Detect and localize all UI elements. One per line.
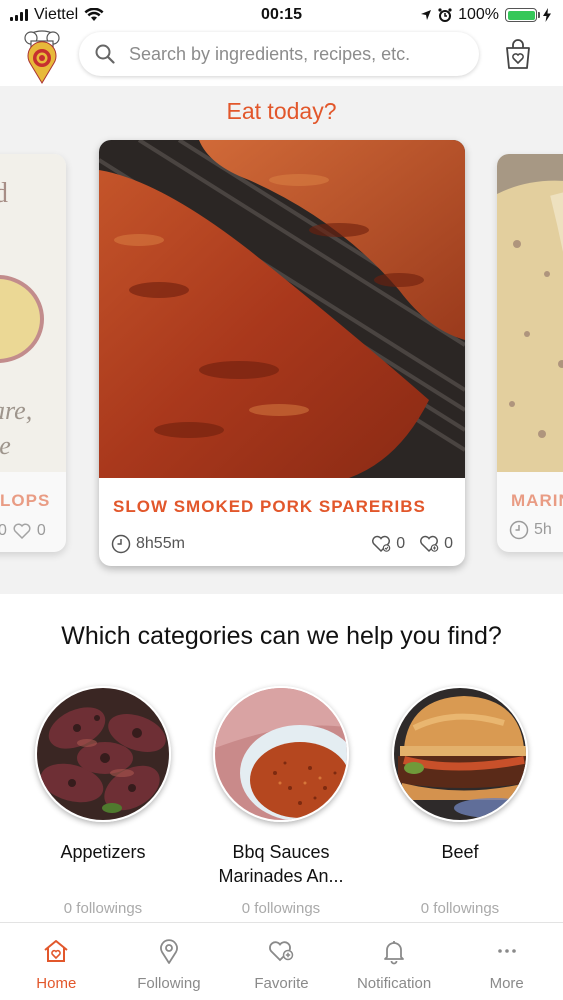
battery-fill <box>507 10 535 20</box>
clock: 00:15 <box>261 6 302 23</box>
category-image <box>213 686 349 822</box>
category-item-beef[interactable]: Beef 0 followings <box>389 686 531 917</box>
alarm-icon <box>438 8 452 22</box>
favorite-icon <box>13 523 31 539</box>
categories-heading: Which categories can we help you find? <box>61 622 502 650</box>
status-bar: Viettel 00:15 100% <box>0 0 563 30</box>
recipe-duration: 8h55m <box>111 534 185 554</box>
category-followings: 0 followings <box>420 900 500 917</box>
image-text-line2: le <box>0 431 11 460</box>
recipe-meta: 5h <box>509 520 563 540</box>
image-letter: d <box>0 178 8 209</box>
more-dots-icon <box>497 949 516 953</box>
charging-bolt-icon <box>543 8 551 22</box>
tab-home[interactable]: Home <box>0 923 113 1000</box>
category-image <box>392 686 528 822</box>
home-icon <box>44 940 68 962</box>
category-image <box>35 686 171 822</box>
recipe-duration: 5h <box>509 520 552 540</box>
recipe-stats: 0 0 <box>371 535 453 553</box>
location-arrow-icon <box>421 10 432 20</box>
location-pin-icon <box>160 939 178 964</box>
tab-favorite[interactable]: Favorite <box>225 923 338 1000</box>
category-label: Beef <box>441 842 479 862</box>
chef-logo-icon[interactable] <box>20 29 64 84</box>
category-label: Appetizers <box>60 842 146 862</box>
favorite-stat[interactable]: 0 <box>419 535 453 553</box>
recipe-title: LOPS <box>0 491 51 510</box>
search-icon <box>95 44 115 64</box>
favorite-count: 0 <box>444 535 453 552</box>
category-label: Bbq Sauces Marinades An... <box>218 842 344 886</box>
featured-title: Eat today? <box>226 98 337 124</box>
bell-icon <box>384 941 404 965</box>
clock-icon <box>111 534 131 554</box>
signal-icon <box>10 9 28 21</box>
category-followings: 0 followings <box>63 900 143 917</box>
recipe-card-featured[interactable]: SLOW SMOKED PORK SPARERIBS 8h55m 0 0 <box>99 140 465 566</box>
tab-more[interactable]: More <box>450 923 563 1000</box>
featured-section: Eat today? d are, le LOPS 0 0 <box>0 86 563 594</box>
carrier-label: Viettel <box>34 6 79 23</box>
clock-icon <box>509 520 529 540</box>
tab-label: Following <box>137 975 201 992</box>
recipe-title: MARIN <box>511 491 563 510</box>
favorite-count: 0 <box>36 522 46 539</box>
duration-label: 8h55m <box>136 535 185 552</box>
recipe-card-previous[interactable]: d are, le LOPS 0 0 <box>0 154 66 552</box>
like-count: 0 <box>396 535 406 552</box>
battery-icon <box>505 8 540 22</box>
recipe-image <box>497 154 563 472</box>
category-item-appetizers[interactable]: Appetizers 0 followings <box>32 686 174 917</box>
wifi-icon <box>84 8 104 21</box>
category-followings: 0 followings <box>241 900 321 917</box>
recipe-image <box>99 140 465 478</box>
status-right: 100% <box>420 6 551 24</box>
recipe-meta: 8h55m 0 0 <box>111 534 453 554</box>
recipe-meta: 0 0 <box>0 522 54 540</box>
bottom-tab-bar: Home Following Favorite Notification Mor… <box>0 922 563 1000</box>
heart-plus-icon <box>420 535 439 553</box>
recipe-image: d are, le <box>0 154 66 472</box>
heart-check-icon <box>372 535 391 553</box>
tab-label: More <box>489 975 524 992</box>
status-left: Viettel <box>10 6 104 24</box>
heart-plus-icon <box>269 941 294 962</box>
like-count: 0 <box>0 522 7 539</box>
duration-label: 5h <box>534 521 552 538</box>
tab-label: Notification <box>356 975 432 992</box>
like-stat[interactable]: 0 <box>371 535 405 553</box>
tab-label: Home <box>36 975 77 992</box>
tab-label: Favorite <box>254 975 309 992</box>
tab-following[interactable]: Following <box>113 923 226 1000</box>
image-text-line1: are, <box>0 396 32 425</box>
search-placeholder: Search by ingredients, recipes, etc. <box>129 43 411 64</box>
search-input[interactable]: Search by ingredients, recipes, etc. <box>79 32 479 76</box>
battery-percent: 100% <box>458 6 499 23</box>
tab-notification[interactable]: Notification <box>338 923 451 1000</box>
recipe-card-next[interactable]: MARIN 5h <box>497 154 563 552</box>
shopping-bag-heart-icon[interactable] <box>503 38 533 70</box>
recipe-title: SLOW SMOKED PORK SPARERIBS <box>113 497 426 516</box>
app-header: Search by ingredients, recipes, etc. <box>0 28 563 84</box>
category-item-bbq-sauces[interactable]: Bbq Sauces Marinades An... 0 followings <box>210 686 352 917</box>
